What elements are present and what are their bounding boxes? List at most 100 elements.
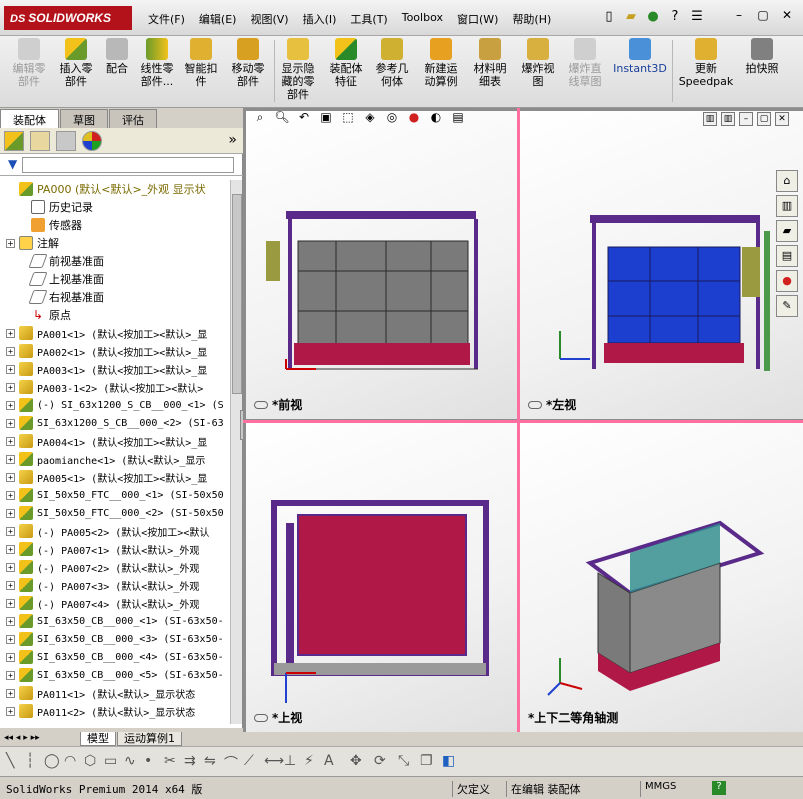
point-icon[interactable]: •	[144, 753, 152, 769]
tree-component[interactable]: + (-) PA005<2> (默认<按加工><默认	[0, 522, 230, 540]
expand-icon[interactable]: +	[6, 652, 15, 662]
tile-icon[interactable]: ▥	[703, 112, 717, 126]
design-library-icon[interactable]: ▰	[776, 220, 798, 242]
display-manager-icon[interactable]	[82, 131, 102, 151]
tree-component[interactable]: + PA001<1> (默认<按加工><默认>_显	[0, 324, 230, 342]
close-icon[interactable]: ✕	[777, 8, 797, 26]
menu-insert[interactable]: 插入(I)	[303, 11, 337, 27]
tree-component[interactable]: + PA005<1> (默认<按加工><默认>_显	[0, 468, 230, 486]
menu-toolbox[interactable]: Toolbox	[402, 11, 443, 27]
tree-item-top-plane[interactable]: 上视基准面	[0, 270, 230, 288]
restore-icon[interactable]: ▢	[753, 8, 773, 26]
expand-icon[interactable]: +	[6, 670, 15, 680]
options-icon[interactable]: ☰	[688, 8, 706, 26]
tree-component[interactable]: + (-) PA007<2> (默认<默认>_外观	[0, 558, 230, 576]
tree-item-right-plane[interactable]: 右视基准面	[0, 288, 230, 306]
tree-scrollbar[interactable]	[230, 180, 242, 724]
expand-icon[interactable]: +	[6, 418, 15, 428]
display-style-icon[interactable]: ◈	[361, 110, 379, 128]
tree-component[interactable]: + PA003<1> (默认<按加工><默认>_显	[0, 360, 230, 378]
expand-icon[interactable]: +	[6, 400, 15, 410]
tree-component[interactable]: + SI_63x50_CB__000_<5> (SI-63x50-	[0, 666, 230, 684]
apply-scene-icon[interactable]: ◐	[427, 110, 445, 128]
expand-icon[interactable]: +	[6, 490, 15, 500]
filter-input[interactable]	[22, 157, 234, 173]
help-icon[interactable]: ?	[712, 781, 726, 795]
resources-icon[interactable]: ▥	[776, 195, 798, 217]
expand-icon[interactable]: +	[6, 562, 15, 572]
expand-icon[interactable]: +	[6, 508, 15, 518]
tree-component[interactable]: + SI_63x50_CB__000_<3> (SI-63x50-	[0, 630, 230, 648]
arc-icon[interactable]: ◠	[64, 753, 76, 769]
tab-assembly[interactable]: 装配体	[0, 109, 59, 128]
mate-button[interactable]: 配合	[100, 38, 134, 75]
new-document-icon[interactable]: ▯	[600, 8, 618, 26]
custom-properties-icon[interactable]: ✎	[776, 295, 798, 317]
scale-icon[interactable]: ⤡	[398, 753, 409, 769]
filter-icon[interactable]: ▼	[8, 157, 17, 171]
expand-icon[interactable]: +	[6, 346, 15, 356]
update-speedpak-button[interactable]: 更新 Speedpak	[676, 38, 736, 88]
new-motion-study-button[interactable]: 新建运 动算例	[418, 38, 464, 88]
viewport-front[interactable]: *前视	[246, 111, 518, 419]
solidworks-logo[interactable]: DS SOLIDWORKS	[4, 6, 132, 30]
tile-icon[interactable]: ▥	[721, 112, 735, 126]
viewport-isometric[interactable]: *上下二等角轴测	[520, 423, 803, 732]
menu-tools[interactable]: 工具(T)	[350, 11, 387, 27]
rotate-icon[interactable]: ⟳	[374, 753, 386, 769]
help-icon[interactable]: ?	[666, 8, 684, 26]
expand-icon[interactable]: +	[6, 328, 15, 338]
insert-component-button[interactable]: 插入零 部件	[56, 38, 96, 88]
tree-component[interactable]: + paomianche<1> (默认<默认>_显示	[0, 450, 230, 468]
view-orientation-icon[interactable]: ⬚	[339, 110, 357, 128]
move-entity-icon[interactable]: ✥	[350, 753, 362, 769]
edit-appearance-icon[interactable]: ●	[405, 110, 423, 128]
tree-component[interactable]: + PA003-1<2> (默认<按加工><默认>	[0, 378, 230, 396]
rapid-sketch-icon[interactable]: ⚡	[304, 753, 314, 769]
menu-view[interactable]: 视图(V)	[250, 11, 288, 27]
viewport-split-horizontal[interactable]	[243, 420, 803, 423]
tree-item-origin[interactable]: ↳ 原点	[0, 306, 230, 324]
home-icon[interactable]: ⌂	[776, 170, 798, 192]
property-manager-icon[interactable]	[30, 131, 50, 151]
expand-icon[interactable]: +	[6, 544, 15, 554]
expand-icon[interactable]: +	[6, 454, 15, 464]
instant3d-button[interactable]: Instant3D	[612, 38, 668, 75]
circle-icon[interactable]: ◯	[44, 753, 60, 769]
expand-icon[interactable]: +	[6, 634, 15, 644]
move-component-button[interactable]: 移动零 部件	[226, 38, 270, 88]
tab-evaluate[interactable]: 评估	[109, 109, 157, 128]
link-views-icon[interactable]	[528, 401, 542, 409]
line-icon[interactable]: ╲	[6, 753, 14, 769]
feature-manager-icon[interactable]	[4, 131, 24, 151]
restore-icon[interactable]: ▢	[757, 112, 771, 126]
linear-pattern-button[interactable]: 线性零 部件...	[136, 38, 178, 88]
expand-icon[interactable]: +	[6, 472, 15, 482]
appearance-icon[interactable]: ●	[776, 270, 798, 292]
expand-icon[interactable]: +	[6, 598, 15, 608]
open-folder-icon[interactable]: ▰	[622, 8, 640, 26]
unit-system[interactable]: MMGS	[640, 781, 676, 797]
tree-item-annotations[interactable]: + 注解	[0, 234, 230, 252]
previous-view-icon[interactable]: ↶	[295, 110, 313, 128]
rectangle-icon[interactable]: ▭	[104, 753, 117, 769]
tree-component[interactable]: + SI_63x50_CB__000_<4> (SI-63x50-	[0, 648, 230, 666]
expand-icon[interactable]: +	[6, 238, 15, 248]
file-explorer-icon[interactable]: ▤	[776, 245, 798, 267]
menu-window[interactable]: 窗口(W)	[457, 11, 498, 27]
dimension-icon[interactable]: ⟷	[264, 753, 284, 769]
expand-icon[interactable]: +	[6, 382, 15, 392]
link-views-icon[interactable]	[254, 714, 268, 722]
tree-component[interactable]: + (-) PA007<4> (默认<默认>_外观	[0, 594, 230, 612]
tree-item-sensors[interactable]: 传感器	[0, 216, 230, 234]
tab-sketch[interactable]: 草图	[60, 109, 108, 128]
tab-model[interactable]: 模型	[80, 732, 116, 746]
tree-root[interactable]: PA000 (默认<默认>_外观 显示状	[0, 180, 230, 198]
tree-component[interactable]: + SI_63x50_CB__000_<1> (SI-63x50-	[0, 612, 230, 630]
tree-component[interactable]: + SI_50x50_FTC__000_<1> (SI-50x50	[0, 486, 230, 504]
zoom-to-fit-icon[interactable]: ⌕	[251, 110, 269, 128]
expand-icon[interactable]: +	[6, 688, 15, 698]
offset-icon[interactable]: ⇉	[184, 753, 196, 769]
expand-icon[interactable]: +	[6, 580, 15, 590]
mirror-icon[interactable]: ⇋	[204, 753, 216, 769]
